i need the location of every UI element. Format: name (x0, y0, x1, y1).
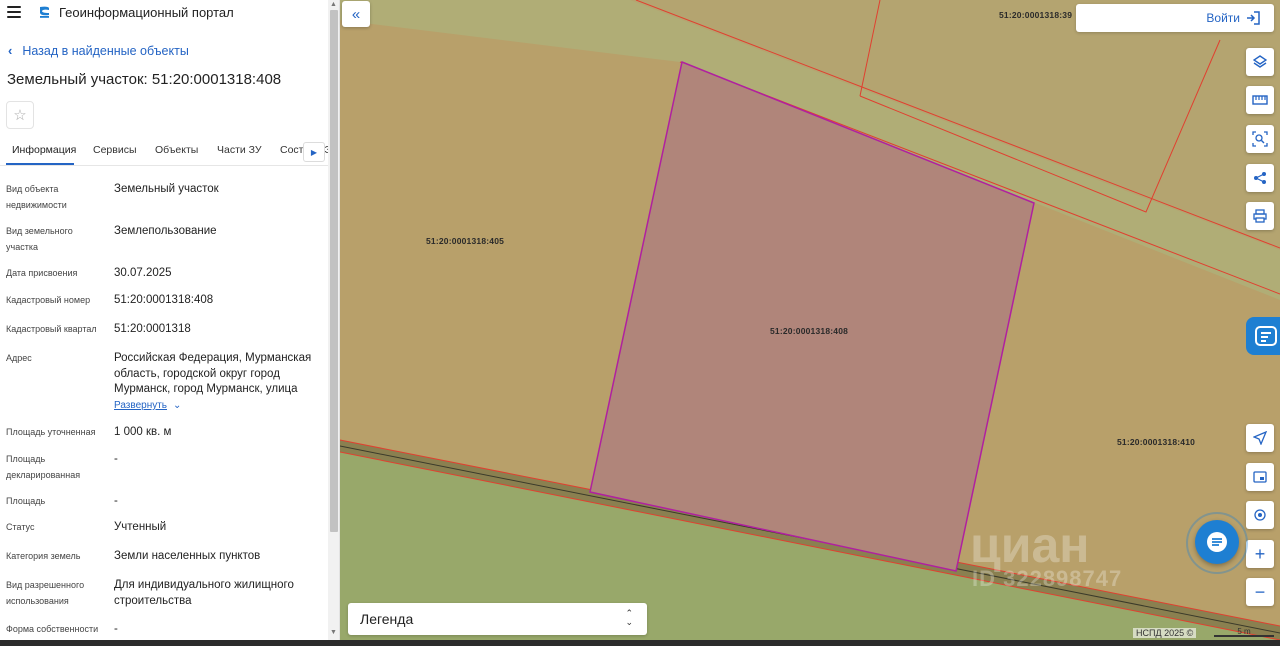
panel-scrollbar[interactable]: ▲ ▼ (328, 0, 339, 640)
active-tab-indicator (6, 163, 74, 165)
property-label: Адрес (6, 353, 32, 363)
tab-information[interactable]: Информация (12, 144, 76, 156)
services-side-tab[interactable] (1246, 317, 1280, 355)
collapse-panel-button[interactable]: « (342, 1, 370, 27)
property-value: 1 000 кв. м (114, 426, 172, 438)
property-label: Площадь декларированная (6, 454, 81, 480)
property-value: Для индивидуального жилищного строительс… (114, 579, 294, 607)
search-area-button[interactable] (1246, 125, 1274, 153)
property-label: Площадь уточненная (6, 427, 96, 437)
address-value: Российская Федерация, Мурманская область… (114, 352, 312, 395)
login-icon (1247, 11, 1260, 25)
login-bar: Войти (1076, 4, 1274, 32)
object-title: Земельный участок: 51:20:0001318:408 (7, 71, 282, 88)
chat-icon (1207, 532, 1227, 552)
property-value: - (114, 495, 118, 507)
zoom-out-icon: − (1254, 581, 1266, 602)
property-label: Форма собственности (6, 624, 99, 634)
zoom-out-button[interactable]: − (1246, 578, 1274, 606)
zoom-in-button[interactable]: + (1246, 540, 1274, 568)
property-label: Площадь (6, 496, 46, 506)
caret-right-icon: ▶ (310, 147, 318, 157)
login-label: Войти (1206, 11, 1240, 25)
ruler-button[interactable] (1246, 86, 1274, 114)
property-value: 30.07.2025 (114, 267, 172, 279)
scroll-down-icon[interactable]: ▼ (330, 629, 337, 636)
info-panel: Геоинформационный портал ‹ Назад в найде… (0, 0, 340, 640)
property-value: Земли населенных пунктов (114, 550, 261, 562)
property-value: - (114, 623, 118, 635)
back-link-label: Назад в найденные объекты (22, 43, 189, 58)
parcel-label-north: 51:20:0001318:39 (999, 10, 1073, 20)
property-label: Вид разрешенного использования (6, 580, 85, 606)
minimap-icon (1253, 471, 1267, 483)
tab-parcel-parts[interactable]: Части ЗУ (217, 144, 262, 156)
property-value: 51:20:0001318 (114, 323, 191, 335)
locate-icon (1253, 431, 1267, 445)
parcel-label-east: 51:20:0001318:410 (1117, 437, 1196, 447)
locate-button[interactable] (1246, 424, 1274, 452)
parcel-label-selected: 51:20:0001318:408 (770, 326, 849, 336)
search-area-icon (1252, 131, 1268, 147)
print-icon (1253, 209, 1267, 223)
minimap-button[interactable] (1246, 463, 1274, 491)
share-button[interactable] (1246, 164, 1274, 192)
back-to-results-link[interactable]: ‹ Назад в найденные объекты (8, 43, 189, 58)
property-label: Вид земельного участка (6, 226, 73, 252)
zoom-in-icon: + (1254, 543, 1266, 564)
chevron-left-icon: ‹ (8, 43, 13, 58)
property-label: Вид объекта недвижимости (6, 184, 67, 210)
property-label: Дата присвоения (6, 268, 78, 278)
share-icon (1254, 172, 1266, 184)
chat-button[interactable] (1195, 520, 1239, 564)
os-taskbar (0, 640, 1280, 646)
scale-bar: 5 m (1214, 627, 1274, 637)
tab-objects[interactable]: Объекты (155, 144, 198, 156)
chevron-down-icon: ⌄ (173, 400, 182, 411)
favorite-button[interactable]: ☆ (6, 101, 34, 129)
login-button[interactable]: Войти (1206, 11, 1260, 25)
tabs-scroll-right-button[interactable]: ▶ (303, 142, 325, 162)
legend-dropdown[interactable]: Легенда ⌃ ⌄ (348, 603, 647, 635)
tab-bar: Информация Сервисы Объекты Части ЗУ Сост… (0, 139, 328, 166)
map-canvas[interactable]: 51:20:0001318:408 51:20:0001318:405 51:2… (340, 0, 1280, 640)
property-value: Учтенный (114, 521, 167, 533)
scrollbar-thumb[interactable] (330, 10, 338, 532)
services-icon (1255, 326, 1277, 346)
property-label: Кадастровый номер (6, 295, 91, 305)
layers-button[interactable] (1246, 48, 1274, 76)
map-attribution: НСПД 2025 © (1133, 628, 1197, 638)
watermark-id: ID 322898747 (972, 566, 1123, 591)
expand-address-link[interactable]: Развернуть ⌄ (114, 400, 181, 411)
legend-label: Легенда (360, 611, 414, 627)
double-chevron-left-icon: « (351, 5, 361, 23)
property-label: Статус (6, 522, 35, 532)
star-icon: ☆ (13, 107, 27, 124)
property-label: Кадастровый квартал (6, 324, 97, 334)
scroll-up-icon[interactable]: ▲ (330, 1, 337, 8)
expand-label: Развернуть (114, 400, 168, 411)
property-value: 51:20:0001318:408 (114, 294, 214, 306)
property-value: - (114, 453, 118, 465)
menu-icon[interactable] (7, 6, 21, 18)
portal-title: Геоинформационный портал (59, 5, 234, 20)
ruler-icon (1252, 95, 1268, 105)
expand-collapse-icon: ⌃ ⌄ (625, 608, 633, 627)
map-layer (340, 0, 1280, 640)
property-value: Землепользование (114, 225, 217, 237)
portal-logo-icon (40, 6, 49, 18)
tab-services[interactable]: Сервисы (93, 144, 137, 156)
print-button[interactable] (1246, 202, 1274, 230)
property-label: Категория земель (6, 551, 81, 561)
panel-header: Геоинформационный портал (0, 0, 328, 26)
property-value: Земельный участок (114, 183, 219, 195)
layers-icon (1253, 55, 1267, 68)
geolocation-button[interactable] (1246, 501, 1274, 529)
geolocation-icon (1254, 509, 1266, 521)
parcel-label-west: 51:20:0001318:405 (426, 236, 505, 246)
